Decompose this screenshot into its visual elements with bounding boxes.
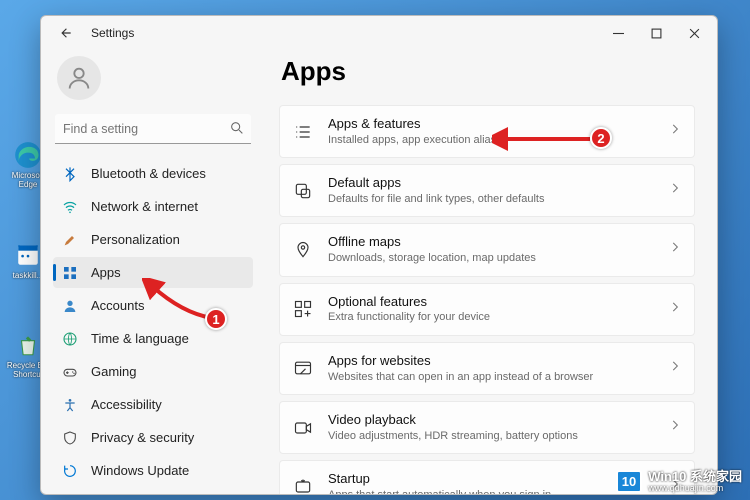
sidebar-item-label: Apps bbox=[91, 265, 121, 280]
watermark: 10 Win10 系统家园 www.qdhuajin.com bbox=[616, 470, 742, 494]
game-icon bbox=[61, 363, 79, 381]
main-content: Apps Apps & featuresInstalled apps, app … bbox=[261, 50, 717, 494]
card-subtitle: Downloads, storage location, map updates bbox=[328, 251, 654, 265]
settings-card-optional-features[interactable]: Optional featuresExtra functionality for… bbox=[279, 283, 695, 336]
video-icon bbox=[292, 417, 314, 439]
chevron-right-icon bbox=[668, 122, 682, 141]
chevron-right-icon bbox=[668, 359, 682, 378]
sidebar-item-label: Windows Update bbox=[91, 463, 189, 478]
card-subtitle: Installed apps, app execution aliases bbox=[328, 133, 654, 147]
minimize-icon bbox=[613, 28, 624, 39]
plus-grid-icon bbox=[292, 298, 314, 320]
settings-window: Settings Bluetooth & devicesNet bbox=[40, 15, 718, 495]
batch-file-icon bbox=[13, 240, 43, 270]
search-box[interactable] bbox=[55, 114, 251, 144]
list-icon bbox=[292, 121, 314, 143]
card-subtitle: Video adjustments, HDR streaming, batter… bbox=[328, 429, 654, 443]
arrow-left-icon bbox=[59, 26, 73, 40]
search-input[interactable] bbox=[55, 114, 251, 144]
sidebar-item-accessibility[interactable]: Accessibility bbox=[53, 389, 253, 420]
maximize-button[interactable] bbox=[637, 18, 675, 48]
default-icon bbox=[292, 180, 314, 202]
card-subtitle: Defaults for file and link types, other … bbox=[328, 192, 654, 206]
close-icon bbox=[689, 28, 700, 39]
sidebar-item-personalization[interactable]: Personalization bbox=[53, 224, 253, 255]
sidebar-item-accounts[interactable]: Accounts bbox=[53, 290, 253, 321]
card-title: Optional features bbox=[328, 294, 654, 311]
chevron-right-icon bbox=[668, 418, 682, 437]
bluetooth-icon bbox=[61, 165, 79, 183]
window-title: Settings bbox=[91, 26, 134, 40]
card-title: Offline maps bbox=[328, 234, 654, 251]
nav-list: Bluetooth & devices Network & internet Per… bbox=[53, 158, 253, 486]
sidebar-item-windows-update[interactable]: Windows Update bbox=[53, 455, 253, 486]
sidebar-item-label: Network & internet bbox=[91, 199, 198, 214]
access-icon bbox=[61, 396, 79, 414]
sidebar-item-apps[interactable]: Apps bbox=[53, 257, 253, 288]
person-icon bbox=[61, 297, 79, 315]
back-button[interactable] bbox=[55, 22, 77, 44]
settings-card-apps-for-websites[interactable]: Apps for websitesWebsites that can open … bbox=[279, 342, 695, 395]
brush-icon bbox=[61, 231, 79, 249]
web-app-icon bbox=[292, 357, 314, 379]
edge-icon bbox=[13, 140, 43, 170]
sidebar-item-bluetooth-devices[interactable]: Bluetooth & devices bbox=[53, 158, 253, 189]
titlebar: Settings bbox=[41, 16, 717, 50]
minimize-button[interactable] bbox=[599, 18, 637, 48]
card-subtitle: Apps that start automatically when you s… bbox=[328, 488, 654, 494]
page-title: Apps bbox=[281, 56, 695, 87]
sidebar: Bluetooth & devices Network & internet Per… bbox=[41, 50, 261, 494]
card-title: Apps & features bbox=[328, 116, 654, 133]
card-title: Video playback bbox=[328, 412, 654, 429]
user-avatar[interactable] bbox=[57, 56, 101, 100]
globe-icon bbox=[61, 330, 79, 348]
sidebar-item-time-language[interactable]: Time & language bbox=[53, 323, 253, 354]
sidebar-item-gaming[interactable]: Gaming bbox=[53, 356, 253, 387]
chevron-right-icon bbox=[668, 240, 682, 259]
settings-card-apps-features[interactable]: Apps & featuresInstalled apps, app execu… bbox=[279, 105, 695, 158]
chevron-right-icon bbox=[668, 300, 682, 319]
startup-icon bbox=[292, 476, 314, 494]
card-title: Apps for websites bbox=[328, 353, 654, 370]
close-button[interactable] bbox=[675, 18, 713, 48]
sidebar-item-label: Bluetooth & devices bbox=[91, 166, 206, 181]
sidebar-item-label: Personalization bbox=[91, 232, 180, 247]
map-icon bbox=[292, 239, 314, 261]
sidebar-item-label: Privacy & security bbox=[91, 430, 194, 445]
card-title: Startup bbox=[328, 471, 654, 488]
watermark-line2: www.qdhuajin.com bbox=[648, 484, 742, 494]
shield-icon bbox=[61, 429, 79, 447]
sidebar-item-label: Gaming bbox=[91, 364, 137, 379]
maximize-icon bbox=[651, 28, 662, 39]
sidebar-item-label: Accounts bbox=[91, 298, 144, 313]
sidebar-item-label: Time & language bbox=[91, 331, 189, 346]
update-icon bbox=[61, 462, 79, 480]
sidebar-item-network-internet[interactable]: Network & internet bbox=[53, 191, 253, 222]
search-icon bbox=[229, 120, 245, 141]
card-title: Default apps bbox=[328, 175, 654, 192]
card-subtitle: Extra functionality for your device bbox=[328, 310, 654, 324]
apps-icon bbox=[61, 264, 79, 282]
recycle-bin-icon bbox=[13, 330, 43, 360]
settings-card-offline-maps[interactable]: Offline mapsDownloads, storage location,… bbox=[279, 223, 695, 276]
sidebar-item-label: Accessibility bbox=[91, 397, 162, 412]
card-subtitle: Websites that can open in an app instead… bbox=[328, 370, 654, 384]
watermark-badge: 10 bbox=[616, 470, 642, 493]
person-icon bbox=[65, 64, 93, 92]
settings-card-default-apps[interactable]: Default appsDefaults for file and link t… bbox=[279, 164, 695, 217]
sidebar-item-privacy-security[interactable]: Privacy & security bbox=[53, 422, 253, 453]
chevron-right-icon bbox=[668, 181, 682, 200]
watermark-line1: Win10 系统家园 bbox=[648, 469, 742, 484]
wifi-icon bbox=[61, 198, 79, 216]
settings-card-video-playback[interactable]: Video playbackVideo adjustments, HDR str… bbox=[279, 401, 695, 454]
